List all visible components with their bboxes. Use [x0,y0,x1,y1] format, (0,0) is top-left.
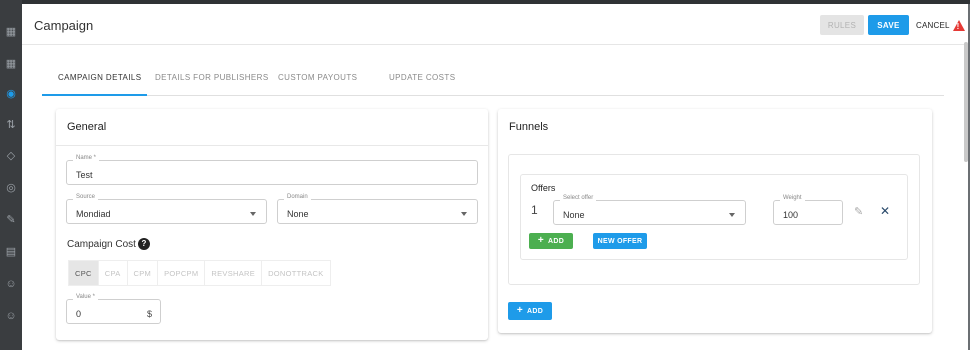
offers-title: Offers [531,183,556,193]
funnels-title: Funnels [509,121,549,133]
cost-cpm-button[interactable]: CPM [127,261,159,285]
cost-revshare-button[interactable]: REVSHARE [205,261,263,285]
name-value: Test [76,170,93,180]
weight-label: Weight [780,195,805,201]
active-tab-indicator [42,94,147,96]
help-icon[interactable]: ? [137,238,150,250]
value-value: 0 [76,309,82,319]
left-nav-rail: ▦ ▦ ◉ ⇅ ◇ ◎ ✎ ▤ ☺ ☺ [0,0,22,350]
select-offer-dropdown[interactable]: Select offer None [553,195,746,225]
add-offer-label: ADD [548,237,565,245]
campaign-cost-label: Campaign Cost ? [67,238,150,250]
users-alt-icon[interactable]: ☺ [5,310,17,322]
source-select[interactable]: Source Mondiad [66,194,267,224]
scrollbar[interactable] [964,42,968,162]
rules-button[interactable]: RULES [820,15,864,35]
save-button[interactable]: SAVE [868,15,909,35]
funnels-card: Funnels Offers 1 Select offer None Weigh… [498,109,932,333]
weight-value: 100 [783,210,799,220]
tag-icon[interactable]: ◇ [5,150,17,162]
add-funnel-label: ADD [527,307,544,315]
funnel-box: Offers 1 Select offer None Weight 100 ✎ … [508,154,920,285]
sort-icon[interactable]: ⇅ [5,119,17,131]
warning-icon [952,19,965,31]
tab-custom-payouts[interactable]: CUSTOM PAYOUTS [278,73,357,82]
source-value: Mondiad [76,209,111,219]
cancel-label: CANCEL [916,20,950,30]
tab-campaign-details[interactable]: CAMPAIGN DETAILS [58,73,141,82]
edit-icon[interactable]: ✎ [854,206,863,218]
value-label: Value * [73,294,98,300]
dashboard-alt-icon[interactable]: ▦ [5,58,17,70]
chevron-down-icon [250,212,256,216]
name-field[interactable]: Name * Test [66,155,478,185]
name-label: Name * [73,155,100,161]
tab-bar: CAMPAIGN DETAILS DETAILS FOR PUBLISHERS … [42,68,944,96]
domain-value: None [287,209,309,219]
campaign-cost-text: Campaign Cost [67,238,136,250]
plus-icon: + [516,305,524,316]
offers-box: Offers 1 Select offer None Weight 100 ✎ … [520,174,908,260]
cancel-button[interactable]: CANCEL [916,17,965,33]
cost-donottrack-button[interactable]: DONOTTRACK [262,261,330,285]
general-title: General [67,121,107,133]
close-icon[interactable]: ✕ [880,205,890,217]
cost-cpa-button[interactable]: CPA [98,261,128,285]
select-offer-value: None [563,210,585,220]
tab-details-for-publishers[interactable]: DETAILS FOR PUBLISHERS [155,73,269,82]
chevron-down-icon [461,212,467,216]
wrench-icon[interactable]: ✎ [5,214,17,226]
dashboard-icon[interactable]: ▦ [5,26,17,38]
cost-popcpm-button[interactable]: POPCPM [158,261,206,285]
select-offer-label: Select offer [560,195,597,201]
domain-select[interactable]: Domain None [277,194,478,224]
cost-type-toggle: CPC CPA CPM POPCPM REVSHARE DONOTTRACK [68,260,331,286]
plus-icon: + [537,235,545,246]
domain-label: Domain [284,194,311,200]
chevron-down-icon [729,213,735,217]
add-offer-button[interactable]: + ADD [529,233,573,249]
globe-icon[interactable]: ◎ [5,182,17,194]
target-icon[interactable]: ◉ [5,88,17,100]
weight-field[interactable]: Weight 100 [773,195,843,225]
divider [56,145,488,146]
modal-header: Campaign RULES SAVE CANCEL [22,4,968,45]
campaign-modal: Campaign RULES SAVE CANCEL CAMPAIGN DETA… [22,4,968,350]
add-funnel-button[interactable]: + ADD [508,302,552,320]
users-icon[interactable]: ☺ [5,278,17,290]
currency-suffix: $ [146,309,152,319]
value-field[interactable]: Value * 0 $ [66,294,161,324]
tab-update-costs[interactable]: UPDATE COSTS [389,73,455,82]
source-label: Source [73,194,99,200]
cost-cpc-button[interactable]: CPC [69,261,99,285]
table-icon[interactable]: ▤ [5,246,17,258]
new-offer-button[interactable]: NEW OFFER [593,233,647,249]
modal-title: Campaign [34,18,94,33]
offer-index: 1 [531,203,538,217]
general-card: General Name * Test Source Mondiad Domai… [56,109,488,340]
